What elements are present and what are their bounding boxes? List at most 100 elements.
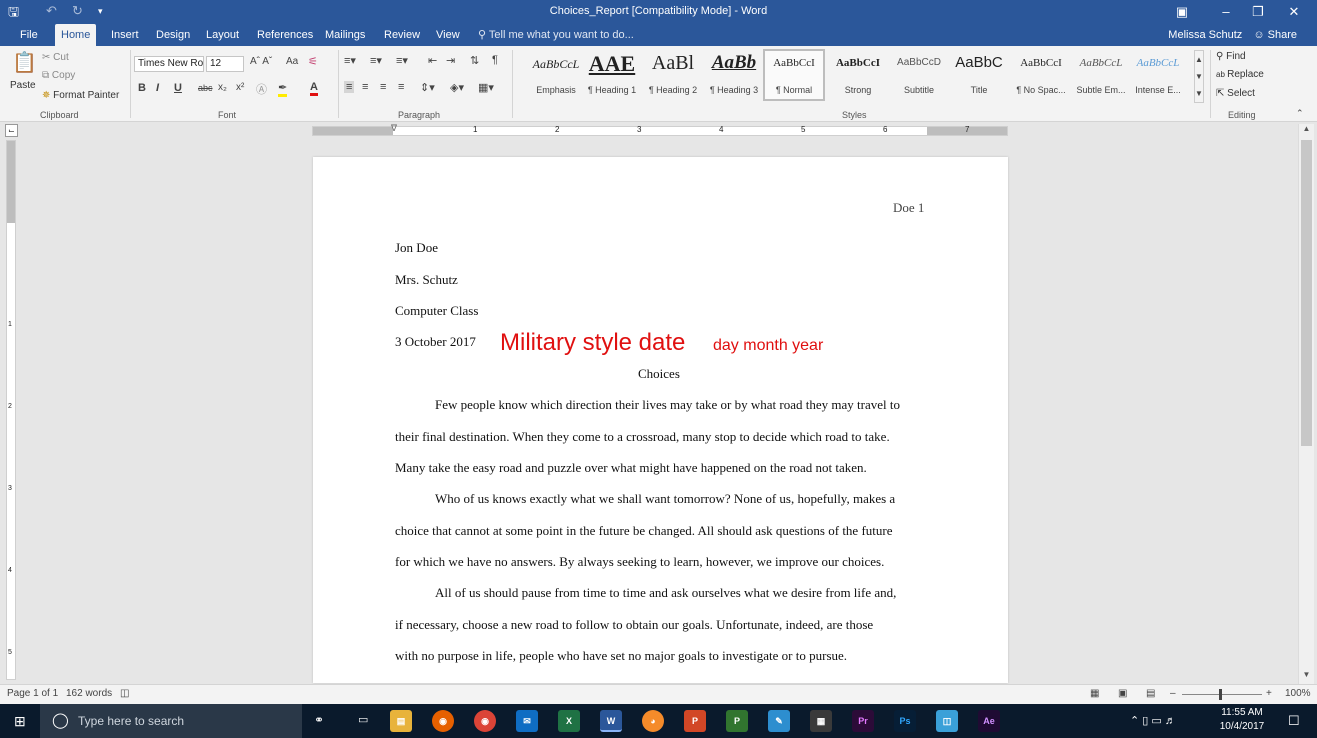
cut-button[interactable]: ✂ Cut [42,52,69,63]
indent-marker-icon[interactable]: ∇ [391,123,397,134]
multilevel-list-icon[interactable]: ≡▾ [396,54,408,67]
firefox-icon[interactable]: ◉ [432,710,454,732]
microphone-icon[interactable]: ⚭ [314,713,324,727]
remote-desktop-icon[interactable]: ◫ [936,710,958,732]
tab-selector-icon[interactable]: ⌙ [5,124,18,137]
change-case-button[interactable]: Aa [286,56,298,67]
user-name[interactable]: Melissa Schutz [1168,29,1242,41]
numbering-icon[interactable]: ≡▾ [370,54,382,67]
read-mode-icon[interactable]: ▦ [1090,688,1099,699]
font-color-icon[interactable]: A [310,81,318,96]
style-title[interactable]: AaBbC Title [948,49,1010,101]
excel-icon[interactable]: X [558,710,580,732]
tab-review[interactable]: Review [378,24,426,46]
word-count[interactable]: 162 words [66,688,112,699]
text-effects-icon[interactable]: Ⓐ [256,81,267,97]
tab-mailings[interactable]: Mailings [319,24,371,46]
project-icon[interactable]: P [726,710,748,732]
underline-button[interactable]: U [174,82,182,94]
ribbon-display-options-icon[interactable]: ▣ [1164,0,1200,24]
scroll-down-icon[interactable]: ▼ [1299,670,1314,684]
tab-design[interactable]: Design [150,24,196,46]
subscript-button[interactable]: x₂ [218,82,227,93]
horizontal-ruler[interactable]: 1 2 3 4 5 6 7 ∇ [312,123,1008,136]
tab-view[interactable]: View [430,24,466,46]
system-tray-icons[interactable]: ⌃ ▯ ▭ ♬ [1130,714,1176,727]
tab-insert[interactable]: Insert [105,24,145,46]
outlook-icon[interactable]: ✉ [516,710,538,732]
style-heading-2[interactable]: AaBl ¶ Heading 2 [642,49,704,101]
borders-icon[interactable]: ▦▾ [478,81,494,94]
minimize-button[interactable]: – [1208,0,1244,24]
sort-icon[interactable]: ⇅ [470,54,479,67]
after-effects-icon[interactable]: Ae [978,710,1000,732]
styles-scroll-icon[interactable]: ▲ ▼ ▼ [1194,50,1204,103]
show-marks-icon[interactable]: ¶ [492,54,498,66]
format-painter-button[interactable]: ✵ Format Painter [42,90,119,101]
highlight-color-icon[interactable]: ✒ [278,81,288,97]
font-grow-shrink-icons[interactable]: Aˆ Aˇ [250,56,272,67]
scrollbar-thumb[interactable] [1301,140,1312,446]
taskbar-search-box[interactable]: ◯ Type here to search ⚭ [40,704,324,738]
vertical-scrollbar[interactable]: ▲ ▼ [1298,124,1314,684]
paste-icon[interactable]: 📋 [12,50,37,75]
shading-icon[interactable]: ◈▾ [450,81,464,94]
style-heading-1[interactable]: AAE ¶ Heading 1 [580,49,644,101]
zoom-slider[interactable] [1182,694,1262,695]
zoom-slider-thumb[interactable] [1219,689,1222,700]
justify-icon[interactable]: ≡ [398,81,404,93]
web-layout-icon[interactable]: ▤ [1146,688,1155,699]
windows-start-icon[interactable]: ⊞ [14,713,26,730]
clear-formatting-icon[interactable]: ⚟ [308,55,318,68]
document-page[interactable]: Doe 1 Jon Doe Mrs. Schutz Computer Class… [313,157,1008,683]
style-heading-3[interactable]: AaBb ¶ Heading 3 [704,49,764,101]
style-no-spacing[interactable]: AaBbCcI ¶ No Spac... [1010,49,1072,101]
style-intense-emphasis[interactable]: AaBbCcL Intense E... [1128,49,1188,101]
decrease-indent-icon[interactable]: ⇤ [428,54,437,67]
tell-me-box[interactable]: ⚲ Tell me what you want to do... [478,24,634,46]
italic-button[interactable]: I [156,82,159,94]
paste-button[interactable]: Paste [10,80,36,91]
align-left-icon[interactable]: ≡ [344,81,355,93]
font-size-box[interactable]: 12 [206,56,244,72]
bullets-icon[interactable]: ≡▾ [344,54,356,67]
task-view-icon[interactable]: ▭ [358,713,368,726]
tab-references[interactable]: References [251,24,319,46]
zoom-level[interactable]: 100% [1285,688,1311,699]
bold-button[interactable]: B [138,82,146,94]
style-subtle-emphasis[interactable]: AaBbCcL Subtle Em... [1070,49,1132,101]
align-center-icon[interactable]: ≡ [362,81,368,93]
word-icon[interactable]: W [600,710,622,732]
powerpoint-icon[interactable]: P [684,710,706,732]
clock[interactable]: 11:55 AM 10/4/2017 [1210,706,1274,734]
align-right-icon[interactable]: ≡ [380,81,386,93]
collapse-ribbon-icon[interactable]: ⌃ [1296,108,1304,119]
share-button[interactable]: Share [1268,29,1297,41]
style-normal[interactable]: AaBbCcI ¶ Normal [763,49,825,101]
zoom-out-icon[interactable]: – [1170,688,1176,699]
vertical-ruler[interactable]: 1 2 3 4 5 [6,140,16,680]
tab-file[interactable]: File [14,24,44,46]
tab-home[interactable]: Home [55,24,97,46]
select-button[interactable]: ⇱ Select [1216,88,1255,99]
zoom-in-icon[interactable]: + [1266,688,1272,699]
photoshop-icon[interactable]: Ps [894,710,916,732]
restore-button[interactable]: ❐ [1240,0,1276,24]
copy-button[interactable]: ⧉ Copy [42,70,75,81]
style-subtitle[interactable]: AaBbCcD Subtitle [888,49,950,101]
chrome-icon[interactable]: ◉ [474,710,496,732]
increase-indent-icon[interactable]: ⇥ [446,54,455,67]
proofing-icon[interactable]: ◫ [120,688,129,699]
find-button[interactable]: ⚲ Find [1216,51,1246,62]
style-strong[interactable]: AaBbCcI Strong [826,49,890,101]
calculator-icon[interactable]: ▦ [810,710,832,732]
font-name-box[interactable]: Times New Ro [134,56,204,72]
page-count[interactable]: Page 1 of 1 [7,688,58,699]
print-layout-icon[interactable]: ▣ [1118,688,1127,699]
superscript-button[interactable]: x² [236,82,244,93]
tab-layout[interactable]: Layout [200,24,245,46]
premiere-icon[interactable]: Pr [852,710,874,732]
strikethrough-button[interactable]: abc [198,83,213,93]
scroll-up-icon[interactable]: ▲ [1299,124,1314,138]
notes-app-icon[interactable]: ✎ [768,710,790,732]
